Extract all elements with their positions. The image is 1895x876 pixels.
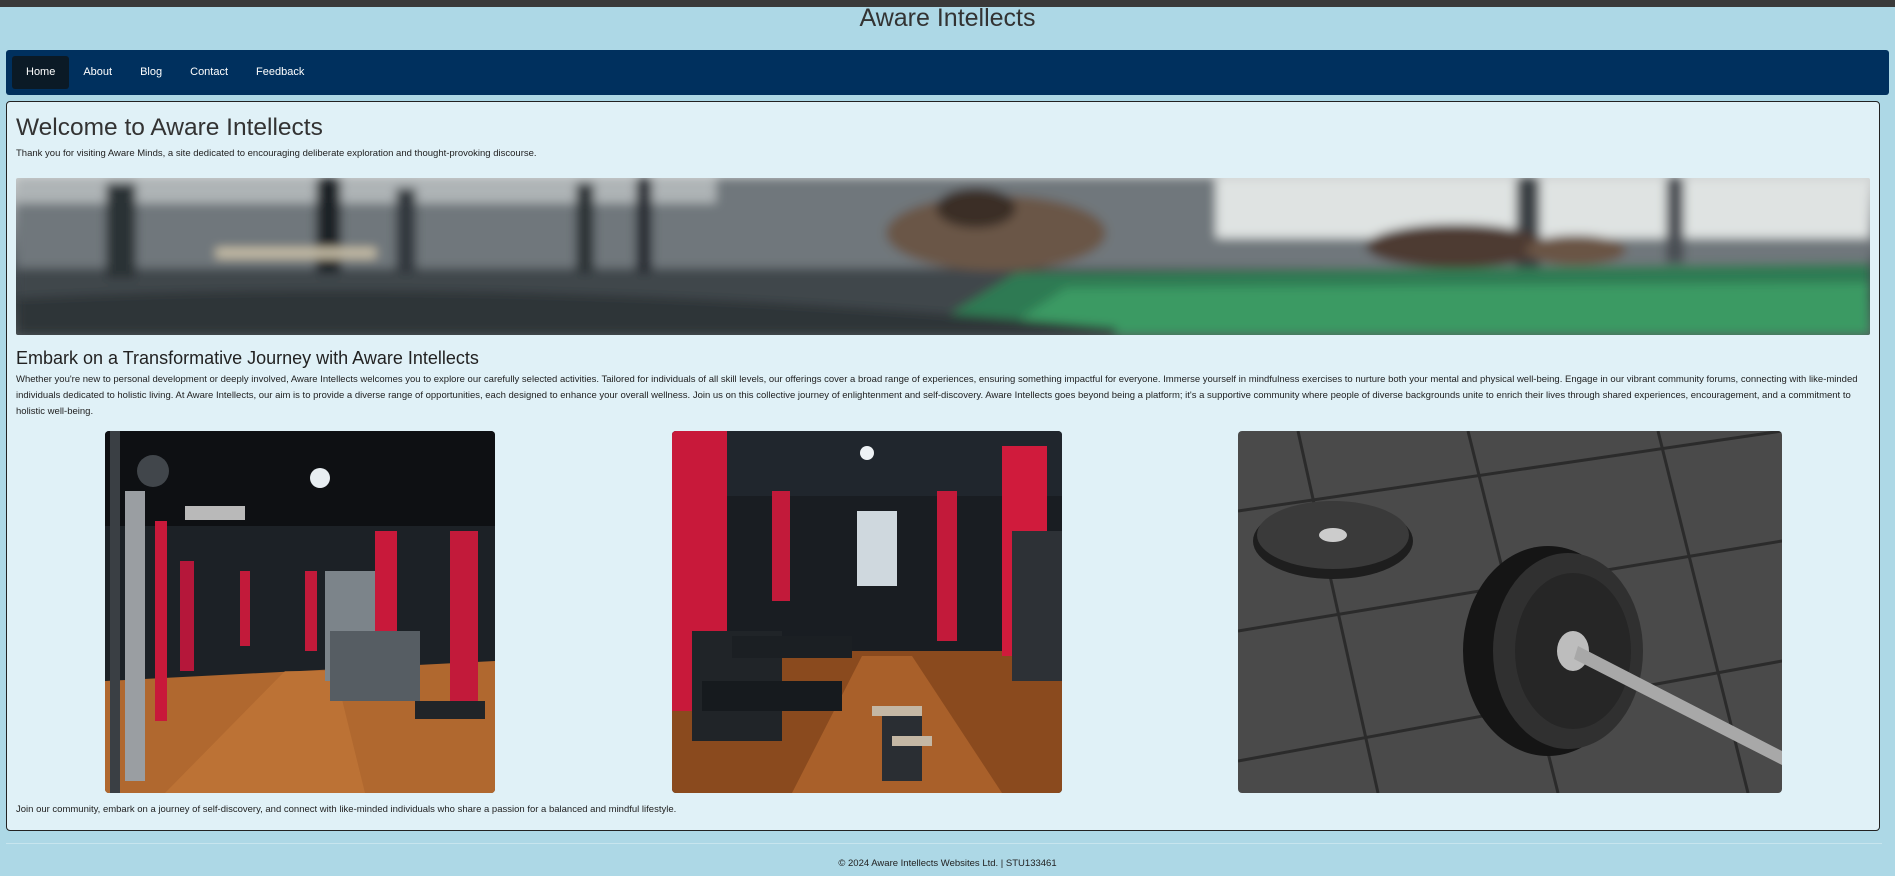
nav-contact[interactable]: Contact: [176, 56, 242, 89]
gym-interior-photo-1: [105, 431, 495, 793]
hero-banner-image: [16, 178, 1870, 335]
site-title: Aware Intellects: [859, 4, 1036, 32]
image-gallery: [16, 431, 1870, 794]
nav-about[interactable]: About: [69, 56, 126, 89]
barbell-photo: [1238, 431, 1782, 793]
nav-blog[interactable]: Blog: [126, 56, 176, 89]
nav-feedback[interactable]: Feedback: [242, 56, 318, 89]
footer-text: © 2024 Aware Intellects Websites Ltd. | …: [838, 858, 1057, 869]
footer-divider: [6, 843, 1882, 844]
main-navbar: Home About Blog Contact Feedback: [6, 50, 1889, 95]
nav-home[interactable]: Home: [12, 56, 70, 89]
main-content: Welcome to Aware Intellects Thank you fo…: [6, 101, 1880, 831]
intro-text: Thank you for visiting Aware Minds, a si…: [16, 148, 537, 159]
gym-interior-photo-2: [672, 431, 1062, 793]
journey-body-text: Whether you're new to personal developme…: [16, 374, 1858, 417]
journey-heading: Embark on a Transformative Journey with …: [16, 348, 479, 368]
closing-text: Join our community, embark on a journey …: [16, 804, 677, 815]
welcome-heading: Welcome to Aware Intellects: [16, 114, 323, 141]
